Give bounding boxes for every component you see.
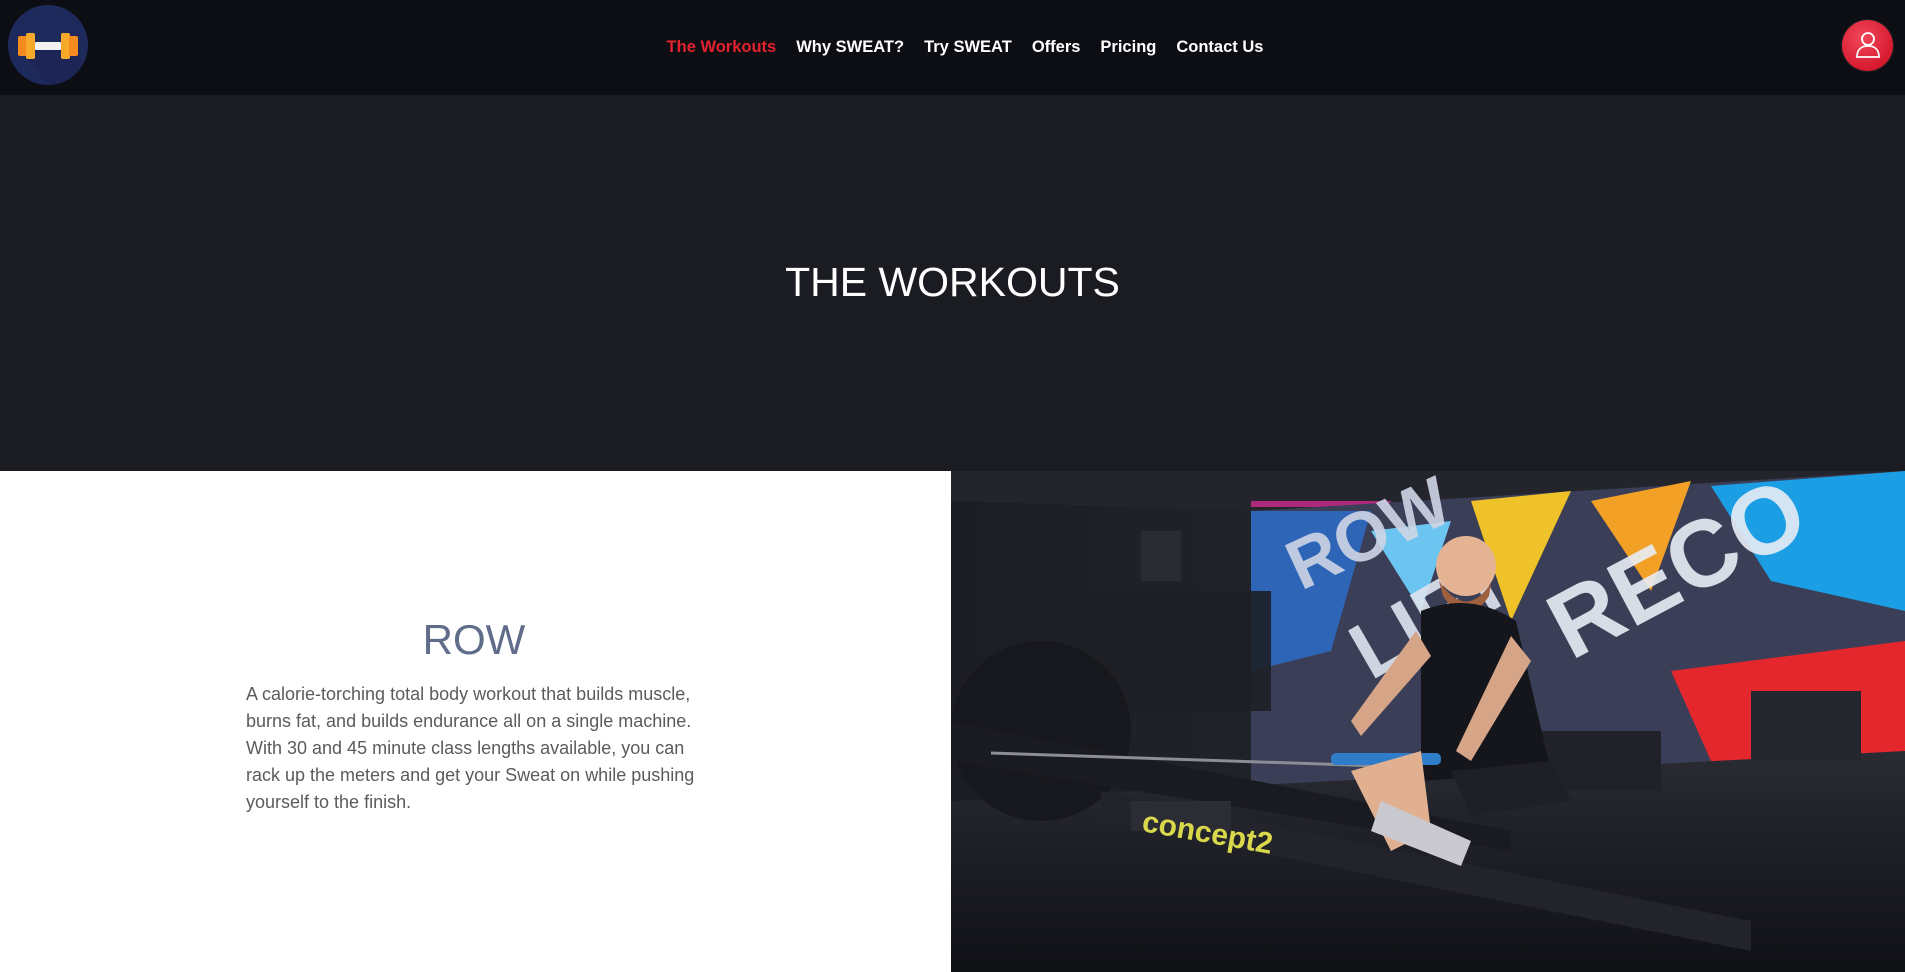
hero-banner: THE WORKOUTS [0, 95, 1905, 471]
nav-link-contact-us[interactable]: Contact Us [1176, 36, 1263, 58]
workout-title: ROW [422, 616, 526, 663]
nav-link-why-sweat[interactable]: Why SWEAT? [796, 36, 904, 58]
nav-link-offers[interactable]: Offers [1032, 36, 1081, 58]
workout-info-panel: ROW A calorie-torching total body workou… [0, 471, 951, 972]
nav-link-try-sweat[interactable]: Try SWEAT [924, 36, 1012, 58]
page-title: THE WORKOUTS [785, 259, 1120, 305]
user-icon [1856, 32, 1880, 58]
main-menu: The Workouts Why SWEAT? Try SWEAT Offers… [0, 36, 1905, 58]
user-account-button[interactable] [1842, 20, 1893, 71]
workout-description: A calorie-torching total body workout th… [246, 684, 695, 812]
top-navigation-bar: The Workouts Why SWEAT? Try SWEAT Offers… [0, 0, 1905, 95]
nav-link-the-workouts[interactable]: The Workouts [667, 36, 777, 58]
nav-link-pricing[interactable]: Pricing [1100, 36, 1156, 58]
rowing-machine-photo: ROW LIFT RECO concept2 [951, 471, 1905, 972]
